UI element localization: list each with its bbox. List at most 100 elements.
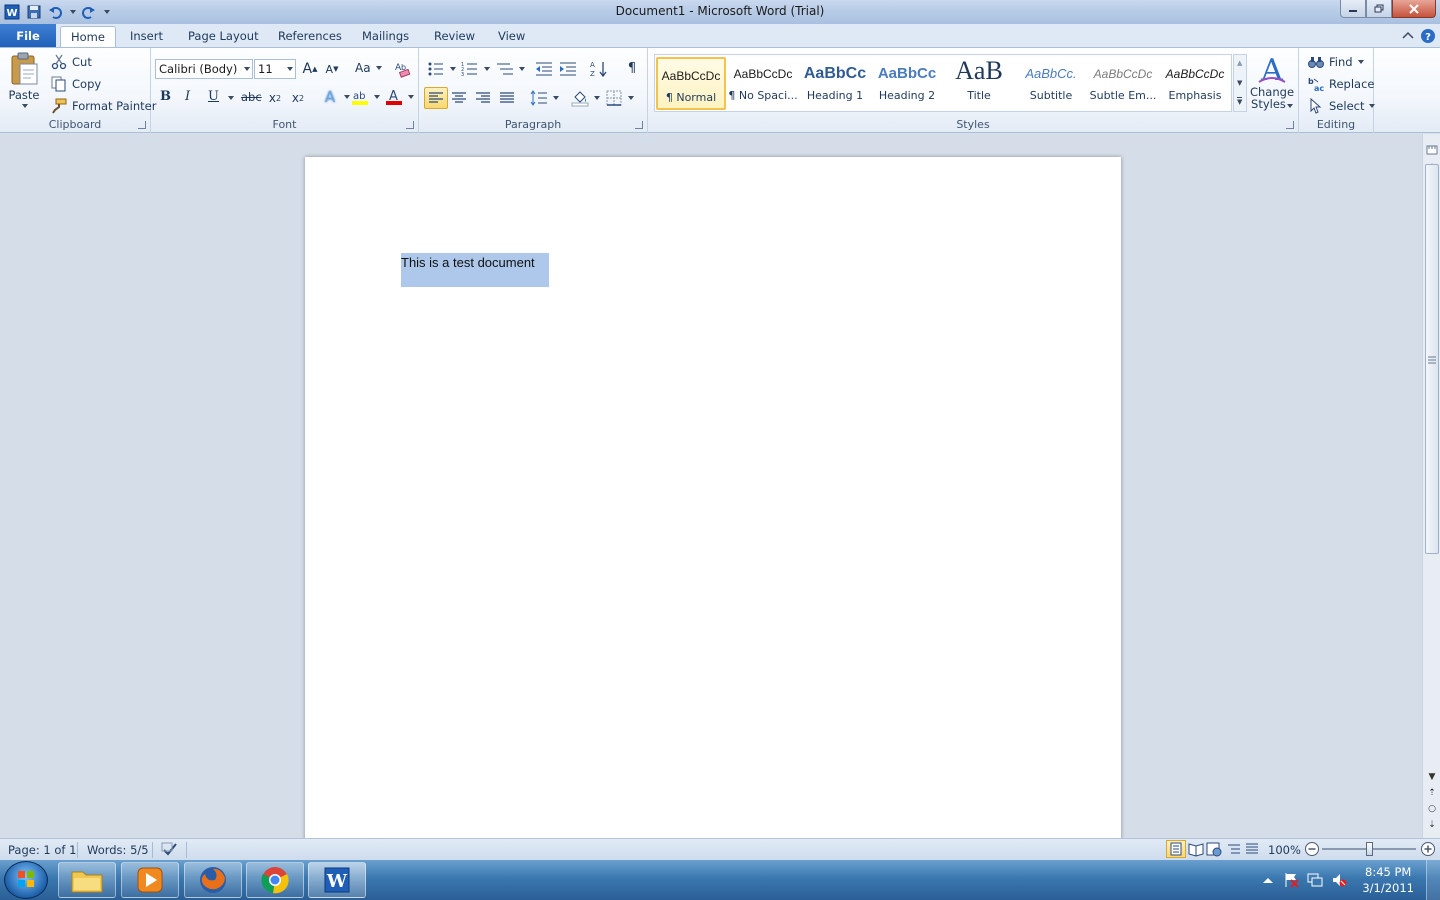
style-normal[interactable]: AaBbCcDc ¶ Normal: [656, 57, 726, 110]
style-subtle-emphasis[interactable]: AaBbCcDc Subtle Em...: [1088, 57, 1158, 110]
font-launcher-icon[interactable]: [406, 121, 414, 129]
taskbar-word[interactable]: W: [308, 862, 366, 898]
scroll-down-icon[interactable]: ▼: [1425, 770, 1439, 784]
paragraph-launcher-icon[interactable]: [635, 121, 643, 129]
tab-file[interactable]: File: [0, 24, 56, 48]
underline-dropdown[interactable]: [227, 96, 234, 100]
tab-review[interactable]: Review: [424, 26, 485, 48]
gallery-up-icon[interactable]: ▲: [1237, 59, 1242, 67]
gallery-down-icon[interactable]: ▼: [1237, 79, 1242, 87]
show-desktop-button[interactable]: [1426, 860, 1440, 900]
style-title[interactable]: AaB Title: [944, 57, 1014, 110]
full-screen-reading-icon[interactable]: [1188, 841, 1204, 860]
network-icon[interactable]: [1307, 872, 1323, 888]
shrink-font-button[interactable]: A ▼: [323, 60, 341, 78]
tab-page-layout[interactable]: Page Layout: [178, 26, 269, 48]
sort-button[interactable]: AZ: [590, 60, 608, 78]
start-button[interactable]: [4, 861, 48, 899]
style-emphasis[interactable]: AaBbCcDc Emphasis: [1160, 57, 1230, 110]
tab-references[interactable]: References: [268, 26, 352, 48]
outline-view-icon[interactable]: [1226, 841, 1242, 860]
grow-font-button[interactable]: A ▲: [301, 60, 319, 78]
strikethrough-button[interactable]: abc: [241, 90, 262, 104]
view-ruler-icon[interactable]: [1425, 144, 1439, 158]
select-button[interactable]: Select: [1307, 97, 1376, 115]
previous-page-icon[interactable]: ⇡: [1425, 786, 1439, 800]
style-subtitle[interactable]: AaBbCc. Subtitle: [1016, 57, 1086, 110]
taskbar-firefox[interactable]: [184, 862, 242, 898]
font-name-combo[interactable]: Calibri (Body): [155, 59, 253, 79]
find-button[interactable]: Find: [1307, 53, 1364, 71]
tab-view[interactable]: View: [488, 26, 535, 48]
minimize-ribbon-icon[interactable]: [1400, 28, 1416, 44]
align-right-button[interactable]: [474, 89, 492, 107]
underline-button[interactable]: U: [208, 89, 219, 104]
help-icon[interactable]: ?: [1420, 28, 1436, 44]
multilevel-list-button[interactable]: [496, 60, 525, 78]
taskbar-clock[interactable]: 8:45 PM 3/1/2011: [1362, 864, 1414, 896]
styles-launcher-icon[interactable]: [1286, 121, 1294, 129]
align-left-button[interactable]: [424, 87, 448, 109]
borders-button[interactable]: [605, 89, 634, 107]
taskbar-explorer[interactable]: [58, 862, 116, 898]
web-layout-icon[interactable]: [1206, 841, 1222, 860]
show-hidden-icons-icon[interactable]: [1260, 872, 1276, 888]
volume-muted-icon[interactable]: [1331, 872, 1347, 888]
taskbar-chrome[interactable]: [246, 862, 304, 898]
bullets-button[interactable]: [427, 60, 456, 78]
font-color-button[interactable]: A: [385, 88, 414, 106]
text-effects-button[interactable]: A: [321, 88, 350, 106]
italic-button[interactable]: I: [185, 89, 190, 104]
change-case-button[interactable]: Aa: [355, 61, 382, 75]
bold-button[interactable]: B: [160, 89, 171, 104]
copy-button[interactable]: Copy: [50, 75, 101, 93]
style-no-spacing[interactable]: AaBbCcDc ¶ No Spaci...: [728, 57, 798, 110]
word-count[interactable]: Words: 5/5: [87, 843, 149, 857]
proofing-icon[interactable]: [161, 841, 179, 860]
clear-formatting-button[interactable]: Ab: [394, 60, 412, 78]
draft-view-icon[interactable]: [1244, 841, 1260, 860]
vertical-scrollbar[interactable]: ▲ ▼ ⇡ ○ ⇣: [1422, 134, 1440, 838]
font-size-combo[interactable]: 11: [254, 59, 296, 79]
clipboard-launcher-icon[interactable]: [138, 121, 146, 129]
increase-indent-button[interactable]: [559, 60, 577, 78]
zoom-in-icon[interactable]: [1420, 841, 1436, 860]
taskbar-media-player[interactable]: [121, 862, 179, 898]
zoom-slider-thumb[interactable]: [1366, 842, 1373, 856]
tab-insert[interactable]: Insert: [120, 26, 173, 48]
page-count[interactable]: Page: 1 of 1: [8, 843, 76, 857]
close-button[interactable]: [1392, 0, 1436, 18]
change-styles-button[interactable]: A Change Styles: [1250, 52, 1294, 110]
format-painter-button[interactable]: Format Painter: [50, 97, 156, 115]
highlight-color-button[interactable]: ab: [351, 88, 380, 106]
shading-button[interactable]: [571, 89, 600, 107]
zoom-out-icon[interactable]: [1304, 841, 1320, 860]
align-center-button[interactable]: [450, 89, 468, 107]
zoom-level[interactable]: 100%: [1268, 843, 1301, 857]
styles-gallery-scroll[interactable]: ▲ ▼ ▼: [1233, 54, 1247, 112]
action-center-icon[interactable]: [1283, 872, 1299, 888]
gallery-more-icon[interactable]: ▼: [1237, 97, 1243, 106]
document-page[interactable]: This is a test document: [305, 157, 1121, 857]
minimize-button[interactable]: [1340, 0, 1366, 18]
print-layout-view-icon[interactable]: [1166, 840, 1186, 858]
style-heading-2[interactable]: AaBbCc Heading 2: [872, 57, 942, 110]
subscript-button[interactable]: x2: [266, 89, 284, 107]
next-page-icon[interactable]: ⇣: [1425, 818, 1439, 832]
select-browse-object-icon[interactable]: ○: [1425, 802, 1439, 816]
restore-button[interactable]: [1366, 0, 1392, 18]
document-text[interactable]: This is a test document: [401, 255, 535, 270]
scroll-thumb[interactable]: [1425, 164, 1439, 554]
paste-button[interactable]: Paste: [6, 52, 42, 108]
show-hide-button[interactable]: ¶: [623, 59, 641, 77]
tab-mailings[interactable]: Mailings: [352, 26, 419, 48]
tab-home[interactable]: Home: [60, 26, 116, 48]
style-heading-1[interactable]: AaBbCc Heading 1: [800, 57, 870, 110]
numbering-button[interactable]: 123: [461, 60, 490, 78]
cut-button[interactable]: Cut: [50, 53, 92, 71]
line-spacing-button[interactable]: [530, 89, 559, 107]
superscript-button[interactable]: x2: [289, 89, 307, 107]
replace-button[interactable]: b ac Replace: [1307, 75, 1375, 93]
decrease-indent-button[interactable]: [535, 60, 553, 78]
justify-button[interactable]: [498, 89, 516, 107]
